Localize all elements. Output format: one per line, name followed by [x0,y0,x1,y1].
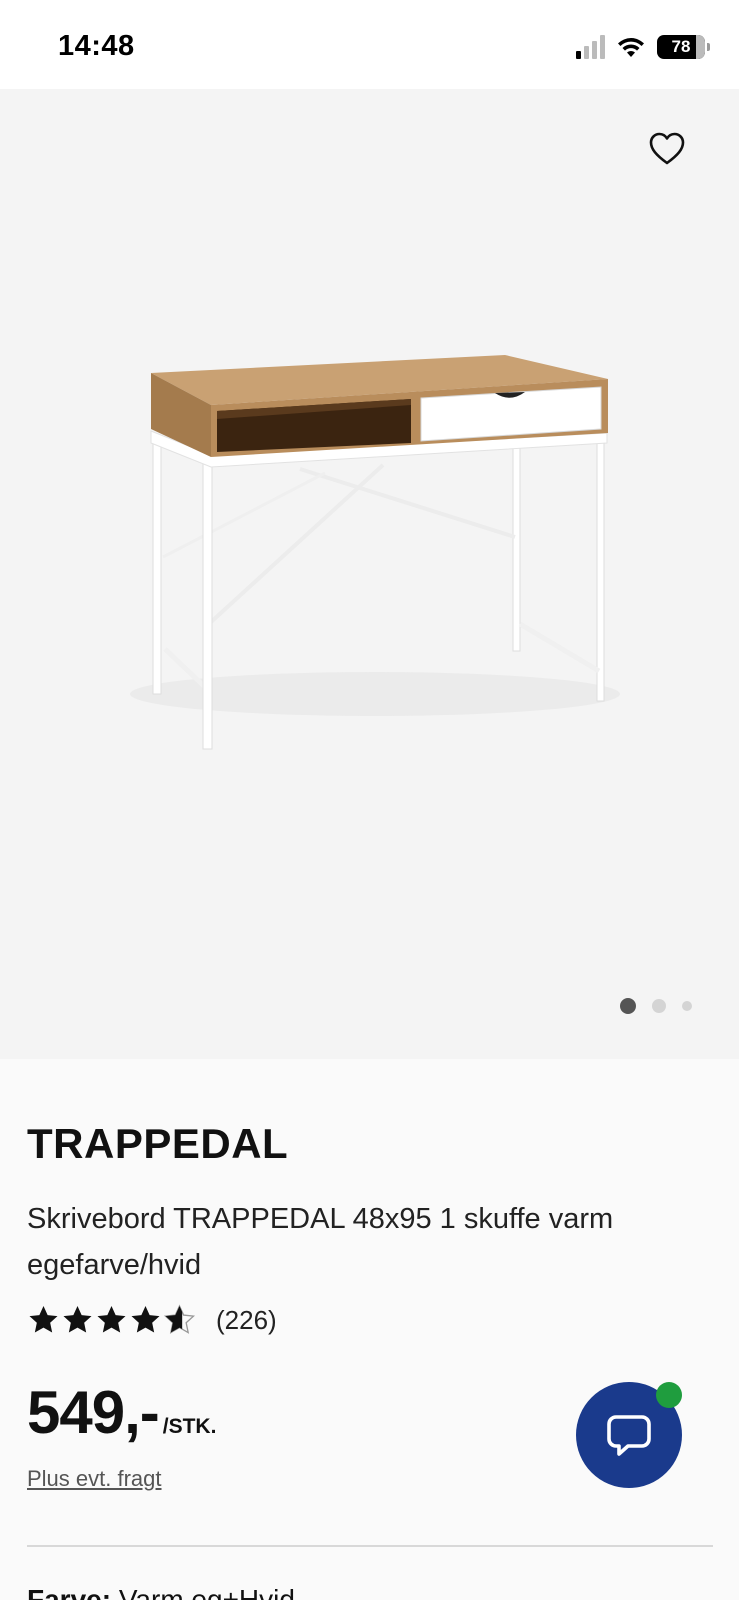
price: 549,- /STK. [27,1378,216,1447]
chat-bubble-icon [607,1415,651,1456]
star-half-icon [163,1304,196,1334]
status-time: 14:48 [58,30,135,62]
chat-online-indicator [656,1382,682,1408]
star-icon [131,1306,160,1333]
color-label: Farve: [27,1584,112,1600]
rating-count[interactable]: (226) [216,1305,277,1336]
wifi-icon [618,38,644,57]
star-icon [29,1306,58,1333]
gallery-pagination [620,998,692,1014]
price-value: 549,- [27,1379,160,1446]
battery-level: 78 [671,37,691,56]
color-value: Varm eg+Hvid [118,1584,295,1600]
status-icons: 78 [576,32,710,62]
status-bar: 14:48 78 [0,0,739,89]
product-description: Skrivebord TRAPPEDAL 48x95 1 skuffe varm… [27,1203,614,1281]
star-icon [63,1306,92,1333]
shipping-link[interactable]: Plus evt. fragt [27,1466,162,1492]
gallery-dot-active[interactable] [620,998,636,1014]
star-icon [97,1306,126,1333]
gallery-dot[interactable] [652,999,666,1013]
gallery-dot[interactable] [682,1001,692,1011]
product-image [130,355,620,750]
battery-icon: 78 [657,35,710,59]
product-name: TRAPPEDAL [27,1120,289,1167]
heart-icon[interactable] [647,129,687,169]
chat-button[interactable] [576,1382,682,1488]
rating-stars [27,1304,196,1336]
product-image-gallery[interactable] [0,89,739,1059]
divider [27,1545,713,1547]
color-selector[interactable]: Farve: Varm eg+Hvid [27,1584,295,1600]
product-rating[interactable]: (226) [27,1304,277,1336]
price-unit: /STK. [162,1415,217,1438]
signal-icon [576,35,605,59]
